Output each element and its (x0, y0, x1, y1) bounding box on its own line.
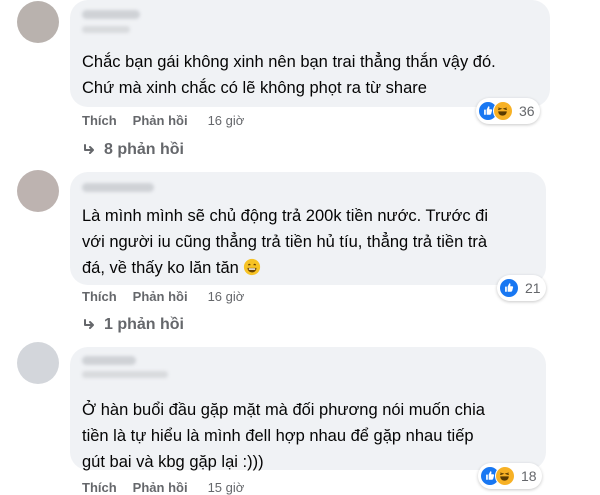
avatar[interactable] (17, 170, 59, 212)
reply-button[interactable]: Phản hồi (133, 113, 188, 128)
comment-line: gút bai và kbg gặp lại :))) (82, 453, 264, 471)
haha-icon (493, 101, 513, 121)
reaction-count: 21 (525, 280, 541, 296)
author-name-blurred[interactable] (82, 10, 140, 19)
author-name-blurred[interactable] (82, 356, 136, 365)
comment-line: đá, về thấy ko lăn tăn (82, 255, 488, 281)
reaction-summary[interactable]: 36 (476, 98, 540, 124)
author-subtitle-blurred (82, 371, 168, 378)
comment-line: Chứ mà xinh chắc có lẽ không phọt ra từ … (82, 79, 427, 97)
comment-text: Ở hàn buổi đầu gặp mặt mà đối phương nói… (82, 397, 485, 475)
comment-line: với người iu cũng thẳng trả tiền hủ tíu,… (82, 233, 488, 251)
like-icon (499, 278, 519, 298)
timestamp[interactable]: 16 giờ (208, 113, 245, 128)
reply-button[interactable]: Phản hồi (133, 480, 188, 495)
like-button[interactable]: Thích (82, 480, 117, 495)
comment-text: Là mình mình sẽ chủ động trả 200k tiền n… (82, 203, 488, 281)
reply-arrow-icon (84, 144, 94, 154)
timestamp[interactable]: 16 giờ (208, 289, 245, 304)
timestamp[interactable]: 15 giờ (208, 480, 245, 495)
avatar[interactable] (17, 1, 59, 43)
reaction-summary[interactable]: 21 (497, 275, 546, 301)
comment-text: Chắc bạn gái không xinh nên bạn trai thẳ… (82, 49, 496, 101)
like-button[interactable]: Thích (82, 113, 117, 128)
reply-button[interactable]: Phản hồi (133, 289, 188, 304)
comment-line: Là mình mình sẽ chủ động trả 200k tiền n… (82, 207, 489, 225)
like-button[interactable]: Thích (82, 289, 117, 304)
reply-arrow-icon (84, 319, 94, 329)
replies-count-label[interactable]: 1 phản hồi (104, 316, 184, 334)
comment-actions: Thích Phản hồi 16 giờ (82, 113, 244, 128)
comment-actions: Thích Phản hồi 15 giờ (82, 480, 244, 495)
reaction-summary[interactable]: 18 (478, 463, 542, 489)
comment-actions: Thích Phản hồi 16 giờ (82, 289, 244, 304)
author-name-blurred[interactable] (82, 183, 154, 192)
author-subtitle-blurred (82, 26, 130, 33)
reaction-count: 18 (521, 468, 537, 484)
haha-icon (495, 466, 515, 486)
comment-line: Chắc bạn gái không xinh nên bạn trai thẳ… (82, 53, 496, 71)
view-replies-link[interactable]: 1 phản hồi (82, 316, 184, 334)
view-replies-link[interactable]: 8 phản hồi (82, 141, 184, 159)
reaction-count: 36 (519, 103, 535, 119)
comment-line: tiền là tự hiểu là mình đell hợp nhau để… (82, 427, 474, 445)
avatar[interactable] (17, 342, 59, 384)
replies-count-label[interactable]: 8 phản hồi (104, 141, 184, 159)
comment-line: Ở hàn buổi đầu gặp mặt mà đối phương nói… (82, 401, 485, 419)
grinning-face-emoji (243, 258, 260, 276)
